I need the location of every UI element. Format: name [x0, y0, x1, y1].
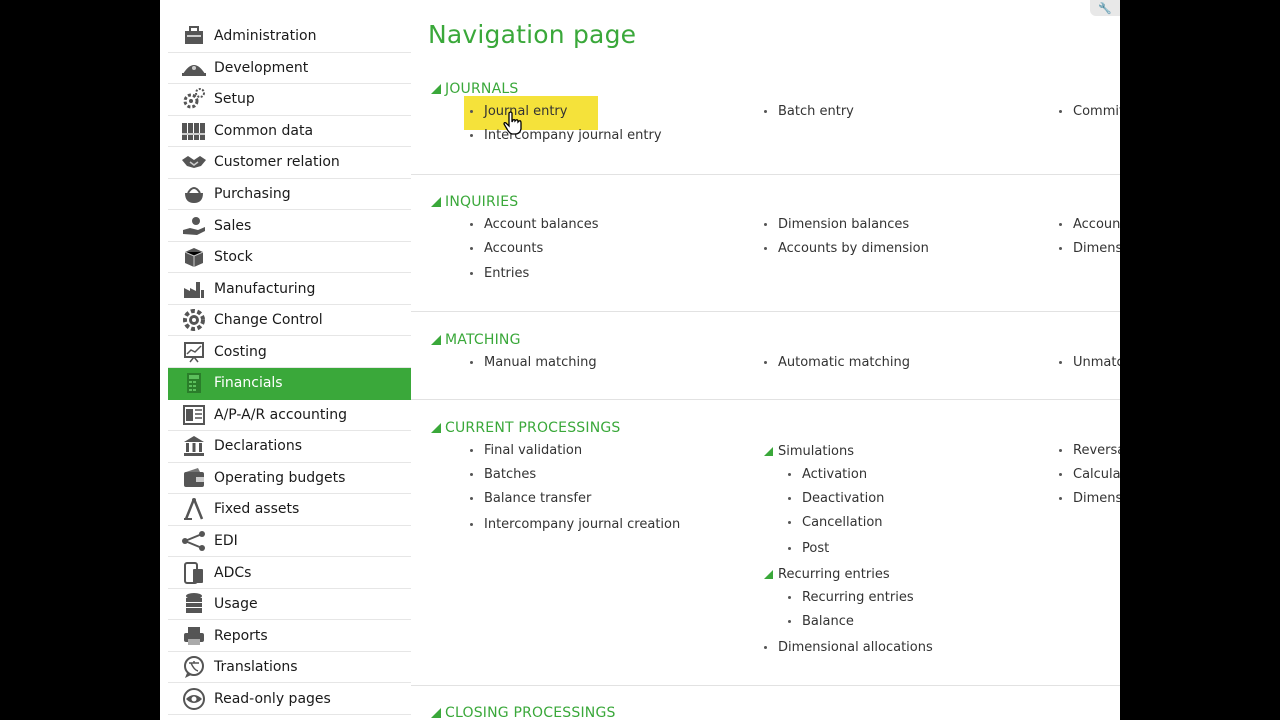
sidebar-item-label: Reports — [214, 627, 268, 644]
sidebar-item-edi[interactable]: EDI — [168, 526, 411, 558]
sidebar-item-administration[interactable]: Administration — [168, 21, 411, 53]
calculator-icon — [180, 371, 208, 395]
sidebar-item-manufacturing[interactable]: Manufacturing — [168, 273, 411, 305]
sidebar-item-declarations[interactable]: Declarations — [168, 431, 411, 463]
app-window: Administration Development Setup Common … — [160, 0, 1120, 720]
admin-icon — [180, 24, 208, 48]
sidebar-item-customer-relation[interactable]: Customer relation — [168, 147, 411, 179]
navigation-main: 🔧 Navigation page JOURNALS Journal entry… — [411, 0, 1120, 720]
wallet-icon — [180, 466, 208, 490]
sidebar-item-label: Setup — [214, 91, 255, 108]
sidebar-item-label: Administration — [214, 28, 317, 45]
sidebar-item-label: Fixed assets — [214, 501, 300, 518]
sidebar-item-label: Sales — [214, 217, 252, 234]
database-icon — [180, 592, 208, 616]
sidebar-item-label: A/P-A/R accounting — [214, 406, 348, 423]
sidebar-item-adcs[interactable]: ADCs — [168, 557, 411, 589]
section-closing-processings: CLOSING PROCESSINGS — [411, 0, 1120, 720]
factory-icon — [180, 277, 208, 301]
sidebar-item-label: Usage — [214, 596, 258, 613]
purse-icon — [180, 182, 208, 206]
ledger-icon — [180, 403, 208, 427]
sidebar-item-label: ADCs — [214, 564, 252, 581]
development-icon — [180, 56, 208, 80]
handshake-icon — [180, 150, 208, 174]
cog-icon — [180, 308, 208, 332]
sidebar-item-label: Translations — [214, 659, 298, 676]
printer-icon — [180, 624, 208, 648]
sidebar-item-costing[interactable]: Costing — [168, 336, 411, 369]
sidebar-item-financials[interactable]: Financials — [168, 368, 411, 400]
sidebar-item-read-only-pages[interactable]: Read-only pages — [168, 683, 411, 716]
section-header-closing-processings[interactable]: CLOSING PROCESSINGS — [431, 705, 616, 720]
sidebar-item-ap-ar-accounting[interactable]: A/P-A/R accounting — [168, 400, 411, 432]
sidebar-item-setup[interactable]: Setup — [168, 84, 411, 116]
sidebar-item-reports[interactable]: Reports — [168, 620, 411, 652]
module-sidebar: Administration Development Setup Common … — [168, 21, 411, 716]
sidebar-item-label: Financials — [214, 375, 283, 392]
sidebar-item-operating-budgets[interactable]: Operating budgets — [168, 463, 411, 495]
sidebar-item-label: Change Control — [214, 312, 323, 329]
translate-icon — [180, 655, 208, 679]
sidebar-item-development[interactable]: Development — [168, 53, 411, 85]
sidebar-item-label: Development — [214, 59, 309, 76]
compass-icon — [180, 497, 208, 521]
chart-board-icon — [180, 340, 208, 364]
box-icon — [180, 245, 208, 269]
sidebar-item-stock[interactable]: Stock — [168, 242, 411, 274]
sidebar-item-label: Stock — [214, 249, 253, 266]
collapse-triangle-icon — [431, 708, 441, 718]
sidebar-item-sales[interactable]: Sales — [168, 210, 411, 242]
sidebar-item-common-data[interactable]: Common data — [168, 116, 411, 148]
sidebar-item-purchasing[interactable]: Purchasing — [168, 179, 411, 211]
devices-icon — [180, 561, 208, 585]
gears-icon — [180, 87, 208, 111]
sidebar-item-fixed-assets[interactable]: Fixed assets — [168, 494, 411, 526]
sidebar-item-label: EDI — [214, 533, 238, 550]
sidebar-item-label: Common data — [214, 122, 314, 139]
sidebar-item-label: Read-only pages — [214, 690, 331, 707]
network-icon — [180, 529, 208, 553]
hand-coin-icon — [180, 214, 208, 238]
sidebar-item-label: Costing — [214, 343, 267, 360]
sidebar-item-label: Customer relation — [214, 154, 340, 171]
sidebar-item-label: Operating budgets — [214, 469, 346, 486]
sidebar-item-label: Purchasing — [214, 186, 291, 202]
binders-icon — [180, 119, 208, 143]
sidebar-item-change-control[interactable]: Change Control — [168, 305, 411, 337]
sidebar-item-usage[interactable]: Usage — [168, 589, 411, 621]
sidebar-item-translations[interactable]: Translations — [168, 652, 411, 684]
bank-icon — [180, 434, 208, 458]
sidebar-item-label: Declarations — [214, 438, 303, 455]
sidebar-item-label: Manufacturing — [214, 280, 316, 297]
eye-icon — [180, 687, 208, 711]
